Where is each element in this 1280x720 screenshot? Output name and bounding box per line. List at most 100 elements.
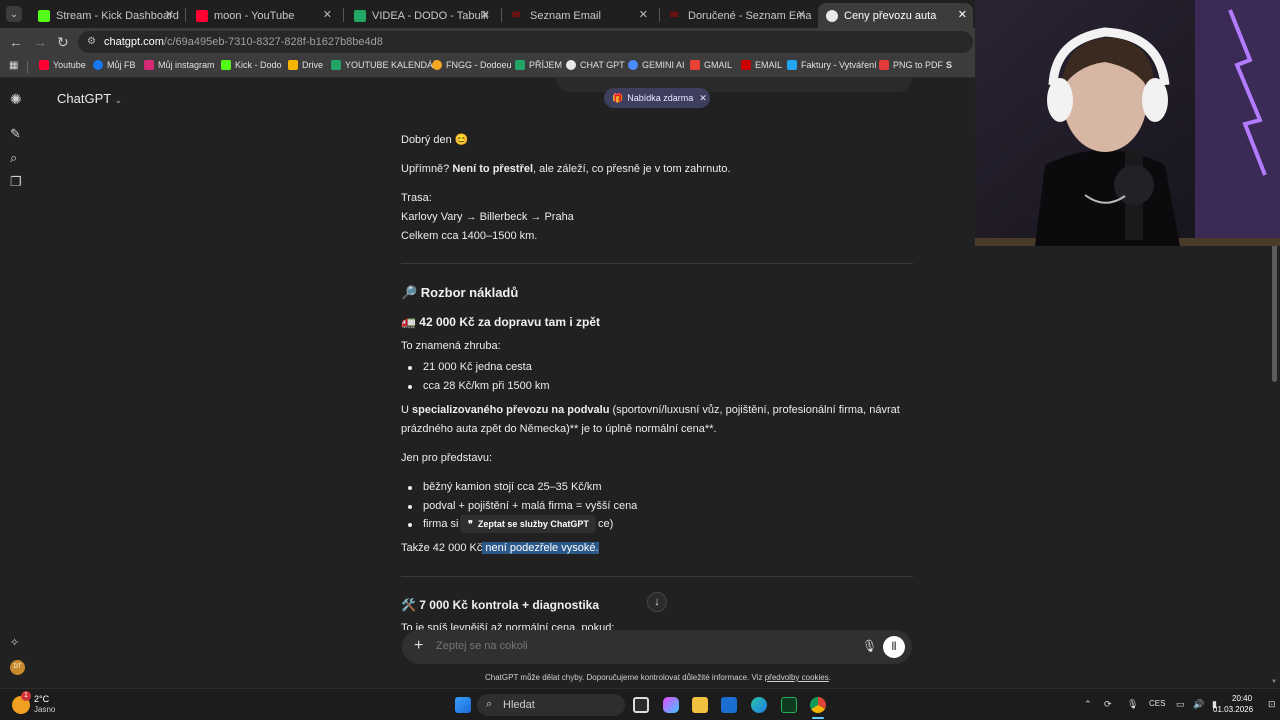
bookmark-invoices[interactable]: Faktury - Vytváření	[787, 60, 877, 70]
close-icon[interactable]: ✕	[639, 8, 648, 21]
search-label: Hledat	[503, 699, 535, 711]
bookmark-s[interactable]: S	[946, 60, 952, 70]
file-explorer-icon[interactable]	[692, 697, 708, 713]
close-icon[interactable]: ✕	[797, 8, 806, 21]
avatar[interactable]: DT	[10, 660, 25, 675]
search-icon[interactable]: ⌕	[10, 150, 17, 166]
close-icon[interactable]: ✕	[323, 8, 332, 21]
new-chat-icon[interactable]: ✎	[10, 126, 21, 142]
clock-time[interactable]: 20:40	[1232, 694, 1252, 703]
text-span: , ale záleží, co přesně je v tom zahrnut…	[533, 163, 731, 175]
bookmark-label: Můj instagram	[158, 60, 215, 70]
divider	[401, 576, 913, 577]
bookmark-youtube-calendar[interactable]: YOUTUBE KALENDÁŘ	[331, 60, 440, 70]
weather-desc[interactable]: Jasno	[34, 705, 55, 714]
speaker-icon[interactable]: 🔊	[1193, 699, 1204, 710]
tab-title: Seznam Email	[530, 9, 601, 22]
free-offer-pill[interactable]: 🎁 Nabídka zdarma ✕	[604, 88, 710, 108]
address-bar[interactable]: ⚙ chatgpt.com/c/69a495eb-7310-8327-828f-…	[78, 31, 973, 53]
openai-logo-icon[interactable]: ✺	[10, 91, 22, 108]
text-span: U	[401, 404, 412, 416]
close-icon[interactable]: ✕	[481, 8, 490, 21]
cookie-preferences-link[interactable]: předvolby cookies	[765, 673, 829, 682]
tab-google-sheets[interactable]: VIDEA - DODO - Tabulky Googl ✕	[346, 3, 496, 28]
active-app-indicator	[812, 717, 824, 719]
invoice-icon	[787, 60, 797, 70]
library-icon[interactable]: ❐	[10, 174, 22, 190]
weather-temp[interactable]: 2°C	[34, 694, 49, 704]
close-icon[interactable]: ✕	[958, 8, 967, 21]
outlook-icon[interactable]	[721, 697, 737, 713]
notifications-icon[interactable]: ⊡	[1268, 699, 1276, 710]
bookmark-facebook[interactable]: Můj FB	[93, 60, 136, 70]
bookmark-email[interactable]: EMAIL	[741, 60, 782, 70]
microphone-icon[interactable]: 🎙	[1127, 699, 1138, 710]
tab-list-button[interactable]: ⌄	[6, 6, 22, 22]
tab-title: Stream - Kick Dashboard	[56, 9, 179, 22]
language-indicator[interactable]: CES	[1149, 699, 1165, 708]
tab-seznam-inbox[interactable]: ✉ Doručené - Seznam Email ✕	[662, 3, 812, 28]
back-icon[interactable]: ←	[9, 34, 23, 50]
tab-kick-dashboard[interactable]: Stream - Kick Dashboard ✕	[30, 3, 180, 28]
bookmark-label: FNGG - Dodoeu	[446, 60, 512, 70]
model-selector[interactable]: ChatGPT ⌄	[57, 91, 122, 106]
scroll-down-button[interactable]: ↓	[647, 592, 667, 612]
bookmark-kick[interactable]: Kick - Dodo	[221, 60, 282, 70]
bullet	[408, 523, 412, 527]
pdf-icon	[879, 60, 889, 70]
webcam-feed	[975, 0, 1280, 246]
bookmark-label: Drive	[302, 60, 324, 70]
bookmark-youtube[interactable]: Youtube	[39, 60, 86, 70]
tab-chatgpt-active[interactable]: Ceny převozu auta ✕	[818, 3, 973, 28]
section-title: 🔎 Rozbor nákladů	[401, 285, 519, 300]
youtube-icon	[196, 9, 208, 22]
chrome-icon[interactable]	[810, 697, 826, 713]
tab-seznam-email[interactable]: ✉ Seznam Email ✕	[504, 3, 654, 28]
conclusion-line: Takže 42 000 Kč není podezřele vysoké.	[401, 542, 599, 554]
chatgpt-icon	[826, 9, 838, 22]
tab-youtube[interactable]: moon - YouTube ✕	[188, 3, 338, 28]
display-icon[interactable]: ▭	[1176, 699, 1185, 710]
sparkle-icon[interactable]: ✧	[10, 636, 19, 649]
bullet	[408, 385, 412, 389]
copilot-icon[interactable]	[663, 697, 679, 713]
bookmark-gmail[interactable]: GMAIL	[690, 60, 732, 70]
site-info-icon[interactable]: ⚙	[87, 36, 96, 47]
reload-icon[interactable]: ↻	[57, 34, 69, 51]
voice-mode-button[interactable]: ⫴	[883, 636, 905, 658]
bookmark-png-to-pdf[interactable]: PNG to PDF	[879, 60, 943, 70]
chevron-up-icon[interactable]: ⌃	[1084, 699, 1092, 710]
plus-icon[interactable]: +	[414, 637, 423, 655]
bookmark-fngg[interactable]: FNGG - Dodoeu	[432, 60, 512, 70]
route-label: Trasa:	[401, 192, 432, 204]
bookmark-drive[interactable]: Drive	[288, 60, 323, 70]
tab-title: moon - YouTube	[214, 9, 295, 22]
windows-start-icon[interactable]	[455, 697, 471, 713]
prompt-input[interactable]	[436, 640, 816, 652]
url-path: /c/69a495eb-7310-8327-828f-b1627b8be4d8	[163, 36, 383, 48]
ask-chatgpt-tooltip[interactable]: ❞ Zeptat se služby ChatGPT	[460, 515, 596, 533]
instagram-icon	[144, 60, 154, 70]
kick-icon	[221, 60, 231, 70]
bookmark-instagram[interactable]: Můj instagram	[144, 60, 215, 70]
edge-icon[interactable]	[751, 697, 767, 713]
bookmark-gemini[interactable]: GEMINI AI	[628, 60, 685, 70]
close-icon[interactable]: ✕	[699, 93, 707, 104]
terminal-icon[interactable]	[781, 697, 797, 713]
sync-icon[interactable]: ⟳	[1104, 699, 1112, 710]
gift-icon: 🎁	[612, 92, 624, 103]
selected-text[interactable]: není podezřele vysoké.	[482, 542, 599, 554]
disclaimer: ChatGPT může dělat chyby. Doporučujeme k…	[485, 673, 831, 682]
taskbar-search[interactable]: ⌕ Hledat	[477, 694, 625, 716]
microphone-icon[interactable]: 🎙	[862, 639, 877, 653]
forward-icon[interactable]: →	[33, 34, 47, 50]
scroll-down-icon[interactable]: ▼	[1271, 679, 1277, 685]
bold-span: specializovaného převozu na podvalu	[412, 404, 610, 416]
close-icon[interactable]: ✕	[165, 8, 174, 21]
task-view-icon[interactable]	[633, 697, 649, 713]
specialized-line-2: prázdného auta zpět do Německa)** je to …	[401, 423, 717, 435]
clock-date[interactable]: 01.03.2026	[1213, 705, 1253, 714]
apps-icon[interactable]: ▦	[9, 60, 18, 71]
bookmark-income[interactable]: PŘÍJEM	[515, 60, 562, 70]
bookmark-chatgpt[interactable]: CHAT GPT	[566, 60, 625, 70]
